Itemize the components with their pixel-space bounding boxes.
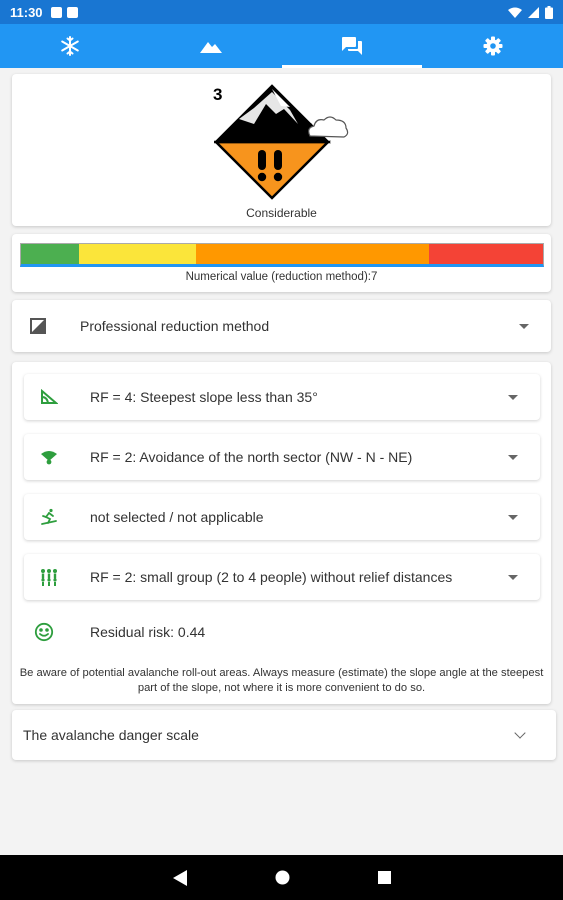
scale-segment-orange <box>196 244 429 264</box>
dropdown-caret-icon <box>508 574 518 580</box>
factor-icon-wrap <box>24 389 74 405</box>
dropdown-caret-icon <box>508 454 518 460</box>
factor-icon-wrap <box>24 449 74 465</box>
reduction-method-icon <box>30 318 46 334</box>
danger-level-label: Considerable <box>246 206 317 220</box>
chat-icon <box>341 37 362 55</box>
danger-level-3-icon <box>214 84 349 200</box>
tab-snow[interactable] <box>0 24 141 68</box>
dropdown-caret-icon <box>508 514 518 520</box>
signal-icon <box>528 6 539 18</box>
factor-label: RF = 4: Steepest slope less than 35° <box>90 389 318 405</box>
chevron-down-icon <box>514 727 526 739</box>
dropdown-caret-icon <box>508 394 518 400</box>
home-icon[interactable] <box>275 870 290 885</box>
scale-segment-red <box>429 244 543 264</box>
status-time: 11:30 <box>10 4 43 20</box>
factor-icon-wrap <box>24 508 74 526</box>
sd-card-icon <box>66 6 78 18</box>
factor-group-dropdown[interactable]: RF = 2: small group (2 to 4 people) with… <box>24 554 540 600</box>
method-icon-wrap <box>12 318 64 334</box>
scale-segment-green <box>21 244 79 264</box>
avalanche-danger-scale-expander[interactable]: The avalanche danger scale <box>12 710 556 760</box>
slope-angle-icon <box>41 389 58 404</box>
danger-scale-bar <box>20 243 544 267</box>
skier-icon <box>41 508 57 525</box>
tab-chat[interactable] <box>281 24 423 68</box>
system-nav-bar <box>0 855 563 900</box>
scale-segment-yellow <box>79 244 196 264</box>
notification-icon <box>50 6 62 18</box>
factor-slope-dropdown[interactable]: RF = 4: Steepest slope less than 35° <box>24 374 540 420</box>
tab-mountain[interactable] <box>141 24 282 68</box>
battery-icon <box>545 5 553 19</box>
group-icon <box>41 569 57 586</box>
factor-label: RF = 2: Avoidance of the north sector (N… <box>90 449 413 465</box>
residual-risk: Residual risk: 0.44 <box>34 622 205 642</box>
numerical-value-text: Numerical value (reduction method):7 <box>185 271 378 283</box>
factor-label: not selected / not applicable <box>90 509 264 525</box>
mountain-icon <box>200 42 223 53</box>
residual-risk-text: Residual risk: 0.44 <box>90 624 206 640</box>
factor-activity-dropdown[interactable]: not selected / not applicable <box>24 494 540 540</box>
safety-note: Be aware of potential avalanche roll-out… <box>19 667 544 694</box>
snowflake-icon <box>61 36 80 56</box>
gear-icon <box>483 36 503 56</box>
status-bar: 11:30 <box>0 0 563 24</box>
method-label: Professional reduction method <box>80 318 270 334</box>
factor-orientation-dropdown[interactable]: RF = 2: Avoidance of the north sector (N… <box>24 434 540 480</box>
tab-settings[interactable] <box>422 24 563 68</box>
dropdown-caret-icon <box>519 323 529 329</box>
factor-label: RF = 2: small group (2 to 4 people) with… <box>90 569 453 585</box>
recents-icon[interactable] <box>377 871 391 884</box>
tab-bar <box>0 24 563 68</box>
method-dropdown[interactable]: Professional reduction method <box>12 300 551 352</box>
wifi-icon <box>508 7 522 18</box>
compass-sector-icon <box>41 451 57 465</box>
smiley-icon <box>34 622 54 642</box>
back-icon[interactable] <box>172 869 187 886</box>
danger-scale-label: The avalanche danger scale <box>23 727 199 743</box>
factor-icon-wrap <box>24 568 74 586</box>
